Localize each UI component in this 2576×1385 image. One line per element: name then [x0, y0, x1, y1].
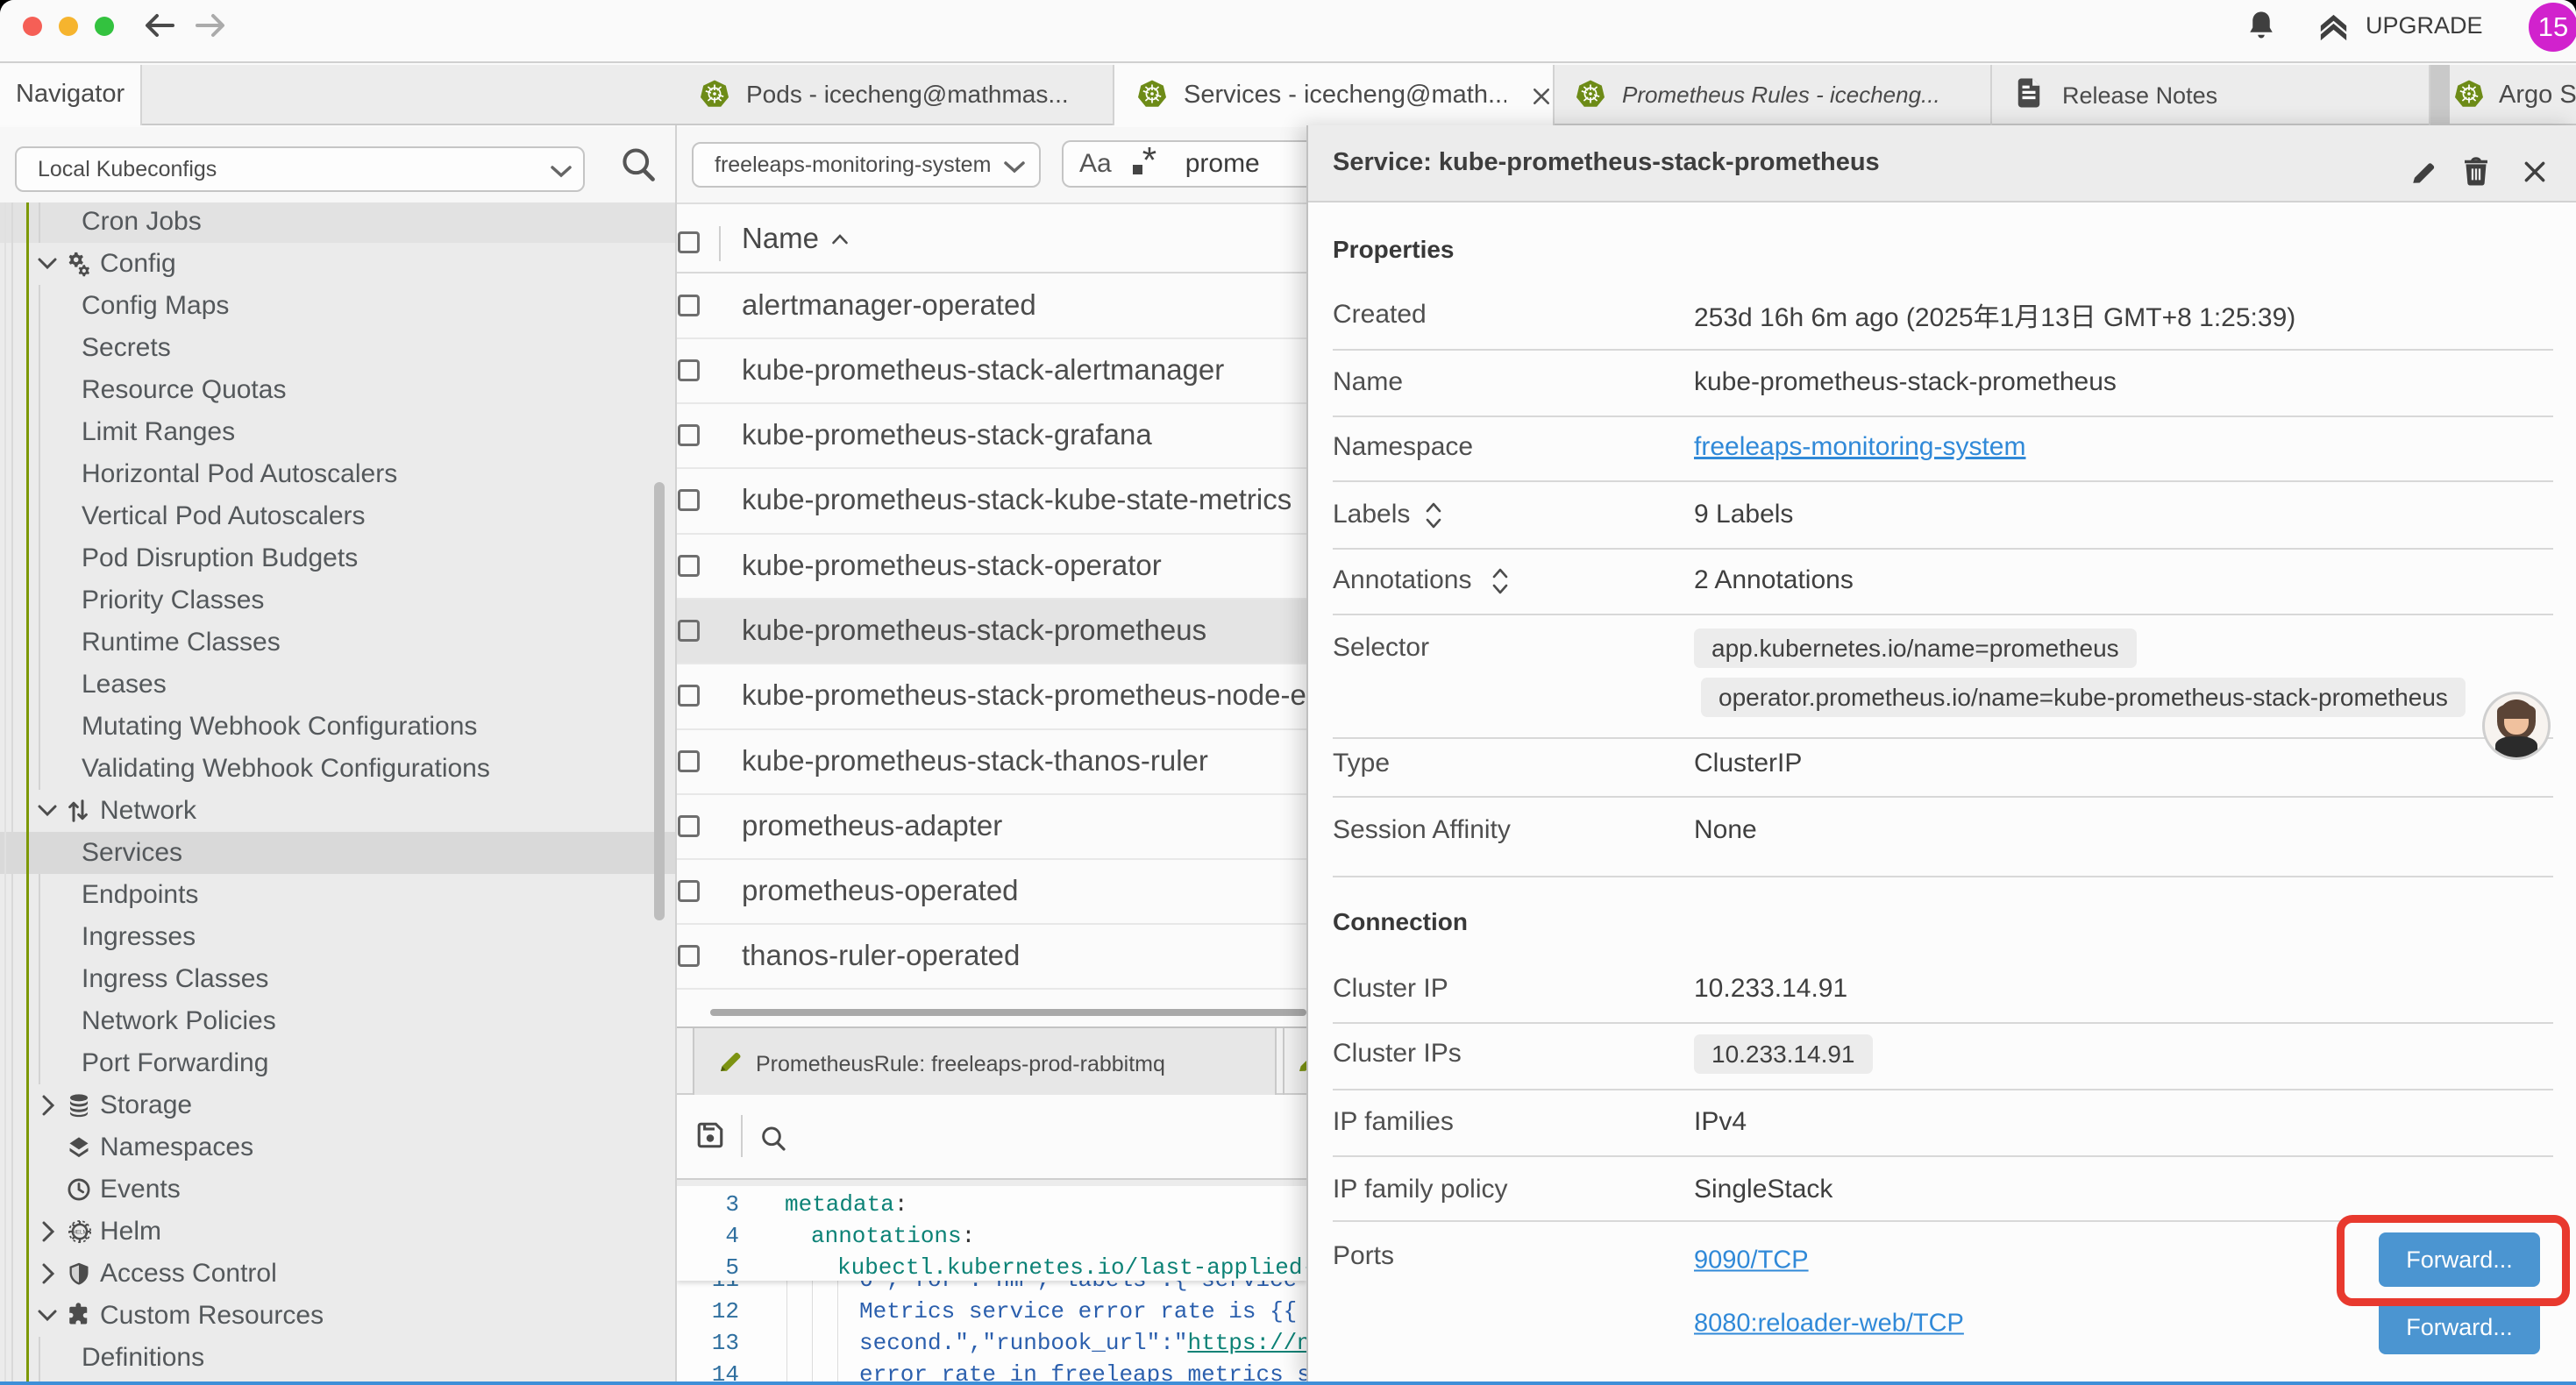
svg-text:HELM: HELM — [72, 1230, 87, 1236]
